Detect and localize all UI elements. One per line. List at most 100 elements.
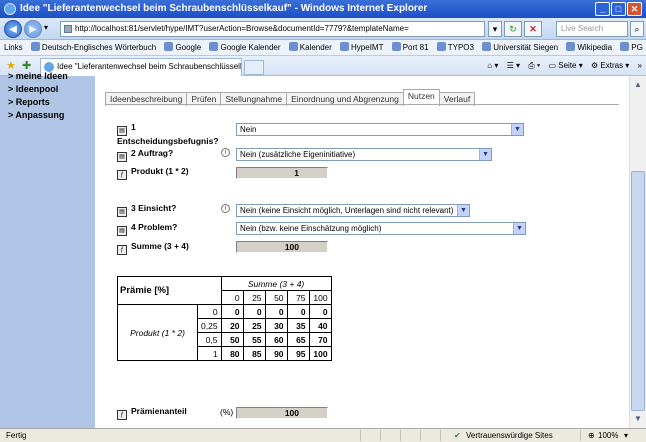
- link-item[interactable]: Google Kalender: [209, 40, 281, 55]
- search-input[interactable]: Live Search: [556, 21, 628, 37]
- forward-icon[interactable]: ▶: [24, 20, 42, 38]
- link-favicon-icon: [288, 42, 298, 51]
- row-key: 0,5: [197, 332, 222, 347]
- maximize-icon[interactable]: □: [611, 2, 626, 16]
- history-dropdown-icon[interactable]: ▾: [44, 23, 48, 32]
- col-key: 75: [286, 290, 310, 305]
- ie-logo-icon: [4, 3, 16, 15]
- window-title: Idee "Lieferantenwechsel beim Schraubens…: [20, 3, 428, 14]
- main-content: Ideenbeschreibung Prüfen Stellungnahme Eino…: [95, 76, 629, 428]
- status-bar: Fertig ✔ Vertrauenswürdige Sites ⊕ 100% …: [0, 428, 646, 442]
- table-cell: 80: [220, 346, 244, 361]
- link-item[interactable]: Google: [164, 40, 201, 55]
- tab-divider: [105, 104, 619, 105]
- col-key: 0: [220, 290, 244, 305]
- scroll-down-icon[interactable]: ▼: [631, 412, 645, 426]
- row-key: 1: [197, 346, 222, 361]
- link-item[interactable]: Deutsch-Englisches Wörterbuch: [30, 40, 156, 55]
- table-cell: 70: [308, 332, 332, 347]
- q4-select[interactable]: Nein (bzw. keine Einschätzung möglich) ▼: [236, 222, 526, 235]
- scroll-thumb[interactable]: [631, 171, 645, 411]
- feeds-icon[interactable]: ☰ ▾: [507, 61, 520, 70]
- chevron-right-icon[interactable]: »: [638, 61, 642, 70]
- bonus-label: Prämienanteil: [131, 406, 187, 416]
- table-cell: 100: [308, 346, 332, 361]
- chevron-down-icon[interactable]: ▼: [457, 205, 469, 216]
- chevron-down-icon[interactable]: ▼: [511, 124, 523, 135]
- extras-menu[interactable]: ⚙ Extras ▾: [591, 61, 629, 70]
- info-icon[interactable]: i: [221, 148, 230, 157]
- status-divider: [580, 430, 581, 441]
- link-item[interactable]: PG: [620, 40, 643, 55]
- zoom-icon[interactable]: ⊕: [588, 429, 595, 442]
- vertical-scrollbar[interactable]: ▲ ▼: [629, 76, 646, 428]
- product-label: Produkt (1 * 2): [131, 166, 189, 176]
- info-icon[interactable]: i: [221, 204, 230, 213]
- sidebar-item-ideenpool[interactable]: > Ideenpool: [8, 84, 58, 94]
- navigation-bar: ◀ ▶ ▾ http://localhost:81/servlet/hype/I…: [0, 18, 646, 40]
- q1-select[interactable]: Nein ▼: [236, 123, 524, 136]
- new-tab-button[interactable]: [244, 60, 264, 75]
- row-key: 0: [197, 304, 222, 319]
- status-divider: [400, 430, 401, 441]
- tab-bar: ★ ✚ Idee "Lieferantenwechsel beim Schrau…: [0, 56, 646, 76]
- table-cell: 85: [242, 346, 266, 361]
- field-icon: ▤: [117, 226, 127, 236]
- page-menu[interactable]: ▭ Seite ▾: [548, 61, 582, 70]
- refresh-icon[interactable]: ↻: [504, 21, 522, 37]
- sidebar-item-reports[interactable]: > Reports: [8, 97, 50, 107]
- home-icon[interactable]: ⌂ ▾: [487, 61, 498, 70]
- tab-nutzen[interactable]: Nutzen: [402, 89, 440, 105]
- sidebar-item-anpassung[interactable]: > Anpassung: [8, 110, 64, 120]
- chevron-down-icon[interactable]: ▼: [513, 223, 525, 234]
- close-icon[interactable]: ✕: [627, 2, 642, 16]
- link-item[interactable]: Universität Siegen: [482, 40, 558, 55]
- back-icon[interactable]: ◀: [4, 20, 22, 38]
- print-icon[interactable]: ⎙ ▾: [528, 61, 540, 70]
- q2-select[interactable]: Nein (zusätzliche Eigeninitiative) ▼: [236, 148, 492, 161]
- scroll-up-icon[interactable]: ▲: [631, 78, 645, 92]
- field-icon: ▤: [117, 207, 127, 217]
- link-item[interactable]: Kalender: [288, 40, 332, 55]
- sidebar-item-meine-ideen[interactable]: > meine Ideen: [8, 71, 68, 81]
- bonus-value: 100: [236, 407, 328, 419]
- sum-value: 100: [236, 241, 328, 253]
- table-col-header: Summe (3 + 4): [220, 276, 332, 291]
- product-value: 1: [236, 167, 328, 179]
- table-cell: 60: [264, 332, 288, 347]
- q3-label: 3 Einsicht?: [131, 203, 177, 213]
- link-item[interactable]: Port 81: [391, 40, 429, 55]
- link-favicon-icon: [391, 42, 401, 51]
- bonus-unit: (%): [220, 407, 234, 417]
- link-item[interactable]: HypeIMT: [340, 40, 383, 55]
- table-title: Prämie [%]: [117, 276, 222, 305]
- status-divider: [360, 430, 361, 441]
- zoom-level[interactable]: 100%: [598, 429, 618, 442]
- minimize-icon[interactable]: _: [595, 2, 610, 16]
- bonus-row: ƒ Prämienanteil: [117, 406, 187, 420]
- link-favicon-icon: [340, 42, 350, 51]
- link-item[interactable]: TYPO3: [436, 40, 474, 55]
- sum-row: ƒ Summe (3 + 4): [117, 241, 189, 255]
- address-dropdown-icon[interactable]: ▾: [488, 21, 502, 37]
- table-cell: 95: [286, 346, 310, 361]
- link-item[interactable]: Wikipedia: [566, 40, 612, 55]
- formula-icon: ƒ: [117, 170, 127, 180]
- idea-tabs: Ideenbeschreibung Prüfen Stellungnahme Eino…: [105, 89, 476, 106]
- search-icon[interactable]: ⌕: [630, 21, 644, 37]
- q3-select[interactable]: Nein (keine Einsicht möglich, Unterlagen…: [236, 204, 470, 217]
- table-cell: 30: [264, 318, 288, 333]
- address-bar[interactable]: http://localhost:81/servlet/hype/IMT?use…: [60, 21, 485, 37]
- zoom-dropdown-icon[interactable]: ▾: [624, 429, 628, 442]
- check-icon: ✔: [454, 431, 461, 440]
- chevron-down-icon[interactable]: ▼: [479, 149, 491, 160]
- stop-icon[interactable]: ✕: [524, 21, 542, 37]
- browser-tab[interactable]: Idee "Lieferantenwechsel beim Schraubens…: [40, 58, 242, 76]
- formula-icon: ƒ: [117, 410, 127, 420]
- formula-icon: ƒ: [117, 245, 127, 255]
- link-favicon-icon: [209, 42, 219, 51]
- q3-value: Nein (keine Einsicht möglich, Unterlagen…: [240, 206, 454, 215]
- security-zone[interactable]: Vertrauenswürdige Sites: [466, 429, 553, 442]
- q4-row: ▤ 4 Problem?: [117, 222, 177, 236]
- link-favicon-icon: [620, 42, 630, 51]
